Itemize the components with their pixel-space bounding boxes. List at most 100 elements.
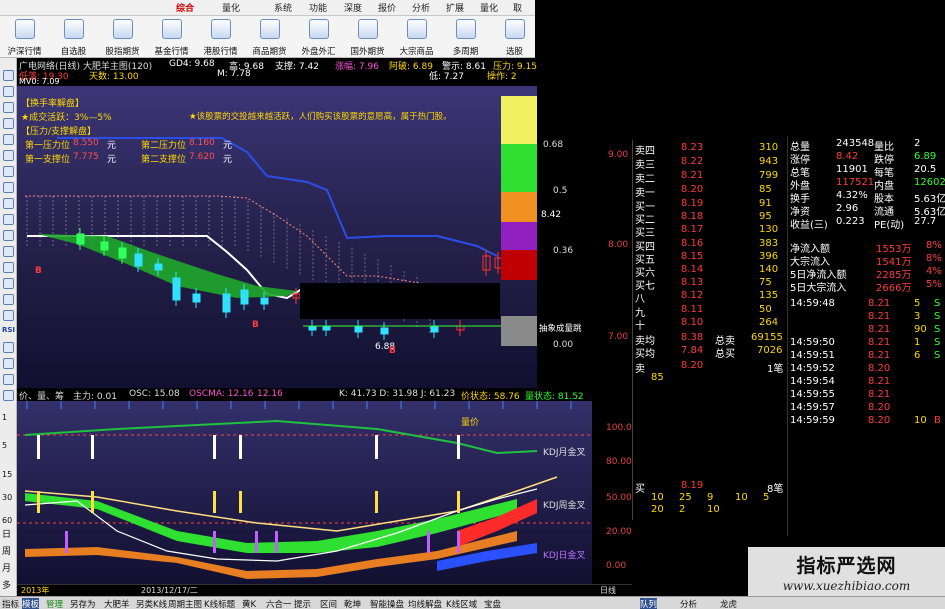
candle-body bbox=[260, 297, 269, 305]
menu-2[interactable]: 系统 bbox=[274, 1, 292, 14]
bottom-tab-7[interactable]: K线标题 bbox=[204, 598, 235, 609]
side-tool-icon[interactable] bbox=[3, 390, 14, 401]
side-tool-icon[interactable] bbox=[3, 182, 14, 193]
turnover-heading: 【换手率解盘】 bbox=[21, 99, 85, 109]
bottom-tab-11[interactable]: 区间 bbox=[320, 598, 337, 609]
buy-row-volume: 264 bbox=[759, 316, 779, 328]
period-zh-0[interactable]: 日 bbox=[2, 527, 11, 540]
toolbar-button-2[interactable]: 股指期货 bbox=[98, 16, 147, 58]
toolbar-label-7: 国外期货 bbox=[350, 47, 385, 57]
menu-5[interactable]: 报价 bbox=[378, 1, 396, 14]
period-15[interactable]: 15 bbox=[2, 470, 12, 479]
menu-3[interactable]: 功能 bbox=[309, 1, 327, 14]
toolbar-button-0[interactable]: 沪深行情 bbox=[0, 16, 49, 58]
side-tool-icon[interactable] bbox=[3, 374, 14, 385]
ind-kdj: K: 41.73 D: 31.98 J: 61.23 bbox=[339, 389, 456, 399]
bottom-tab-5[interactable]: 另类K线 bbox=[136, 598, 167, 609]
period-30[interactable]: 30 bbox=[2, 493, 12, 502]
menu-7[interactable]: 扩展 bbox=[446, 1, 464, 14]
ind-oscma: OSCMA: 12.16 bbox=[189, 389, 254, 399]
bottom-tab-1[interactable]: 模板 bbox=[22, 598, 40, 609]
side-tool-icon[interactable] bbox=[3, 166, 14, 177]
indicator-chart[interactable]: KDJ月金叉 KDJ周金叉 KDJ日金叉 量价 bbox=[17, 401, 592, 584]
side-tool-icon[interactable] bbox=[3, 118, 14, 129]
toolbar-button-9[interactable]: 多周期 bbox=[441, 16, 490, 58]
right-tab-2[interactable]: 龙虎 bbox=[720, 598, 737, 609]
year-label: 2013年 bbox=[21, 586, 50, 595]
toolbar-button-8[interactable]: 大宗商品 bbox=[392, 16, 441, 58]
period-zh-3[interactable]: 多 bbox=[2, 578, 11, 591]
toolbar-label-2: 股指期货 bbox=[105, 47, 140, 57]
bottom-tab-8[interactable]: 黄K bbox=[242, 598, 256, 609]
bottom-tab-10[interactable]: 提示 bbox=[294, 598, 311, 609]
bottom-tab-14[interactable]: 均线解盘 bbox=[408, 598, 442, 609]
bottom-tab-9[interactable]: 六合一 bbox=[266, 598, 292, 609]
buy-row-name: 十 bbox=[635, 320, 645, 332]
tick-price: 8.21 bbox=[868, 311, 891, 322]
side-tool-icon[interactable] bbox=[3, 134, 14, 145]
buy-queue-price: 8.19 bbox=[681, 480, 704, 491]
period-1[interactable]: 1 bbox=[2, 413, 7, 422]
side-tool-icon[interactable] bbox=[3, 86, 14, 97]
support1-label: 第一支撑位 bbox=[25, 155, 71, 165]
side-tool-icon[interactable] bbox=[3, 198, 14, 209]
bottom-tab-13[interactable]: 智能操盘 bbox=[370, 598, 404, 609]
menu-6[interactable]: 分析 bbox=[412, 1, 430, 14]
signal-bar bbox=[213, 491, 216, 513]
bottom-tab-6[interactable]: 周期主图 bbox=[168, 598, 202, 609]
side-tool-icon[interactable] bbox=[3, 230, 14, 241]
toolbar-button-4[interactable]: 港股行情 bbox=[196, 16, 245, 58]
menu-4[interactable]: 深度 bbox=[344, 1, 362, 14]
toolbar-button-10[interactable]: 选股 bbox=[490, 16, 539, 58]
period-zh-1[interactable]: 周 bbox=[2, 544, 11, 557]
buy-row-volume: 50 bbox=[759, 303, 772, 315]
indicator-header: 价、量、筹 主力: 0.01 OSC: 15.08 OSCMA: 12.16 1… bbox=[17, 388, 592, 402]
period-60[interactable]: 60 bbox=[2, 516, 12, 525]
menu-1[interactable]: 量化 bbox=[222, 1, 240, 14]
menu-9[interactable]: 取 bbox=[513, 1, 522, 14]
side-tool-icon[interactable] bbox=[3, 358, 14, 369]
side-tool-icon[interactable] bbox=[3, 102, 14, 113]
side-tool-icon[interactable] bbox=[3, 342, 14, 353]
bottom-tab-4[interactable]: 大肥羊 bbox=[104, 598, 130, 609]
side-tool-icon[interactable] bbox=[3, 214, 14, 225]
unit-4: 元 bbox=[223, 155, 233, 165]
stat-label: 收益(三) bbox=[790, 220, 828, 231]
side-tool-icon[interactable] bbox=[3, 246, 14, 257]
side-tool-icon[interactable] bbox=[3, 278, 14, 289]
side-tool-icon[interactable] bbox=[3, 294, 14, 305]
menu-0[interactable]: 综合 bbox=[176, 1, 194, 14]
buy-row-price: 8.19 bbox=[681, 198, 704, 209]
side-tool-icon[interactable] bbox=[3, 70, 14, 81]
bottom-tab-3[interactable]: 另存为 bbox=[70, 598, 96, 609]
right-tab-0[interactable]: 队列 bbox=[640, 598, 658, 609]
buy-marker-2: B bbox=[252, 320, 259, 330]
toolbar-button-1[interactable]: 自选股 bbox=[49, 16, 98, 58]
side-tool-icon[interactable] bbox=[3, 262, 14, 273]
flow-label: 5日大宗流入 bbox=[790, 283, 847, 294]
bottom-tab-12[interactable]: 乾坤 bbox=[344, 598, 361, 609]
right-tab-1[interactable]: 分析 bbox=[680, 598, 697, 609]
turnover-comment: ★该股票的交投越来越活跃，人们购买该股票的意愿高，属于热门股。 bbox=[189, 112, 452, 122]
side-tool-icon[interactable] bbox=[3, 150, 14, 161]
side-tool-icon[interactable] bbox=[3, 310, 14, 321]
toolbar-button-3[interactable]: 基金行情 bbox=[147, 16, 196, 58]
green-cloud bbox=[37, 234, 297, 298]
bottom-tab-2[interactable]: 管理 bbox=[46, 598, 63, 609]
tick-volume: 6 bbox=[914, 350, 921, 361]
toolbar-button-6[interactable]: 外盘外汇 bbox=[294, 16, 343, 58]
candle-body bbox=[134, 253, 143, 267]
bottom-tab-15[interactable]: K线区域 bbox=[446, 598, 477, 609]
toolbar-button-7[interactable]: 国外期货 bbox=[343, 16, 392, 58]
stat-value: 117521 bbox=[836, 177, 875, 188]
period-5[interactable]: 5 bbox=[2, 441, 7, 450]
toolbar-button-5[interactable]: 商品期货 bbox=[245, 16, 294, 58]
signal-bar bbox=[239, 435, 242, 459]
sell-row-price: 8.21 bbox=[681, 170, 704, 181]
bottom-tab-16[interactable]: 宝盘 bbox=[484, 598, 501, 609]
menu-8[interactable]: 量化 bbox=[480, 1, 498, 14]
rsi-icon[interactable]: RSI bbox=[2, 326, 15, 334]
main-chart[interactable]: 【换手率解盘】 ★成交活跃：3%—5% ★该股票的交投越来越活跃，人们购买该股票… bbox=[17, 86, 582, 388]
period-zh-2[interactable]: 月 bbox=[2, 561, 11, 574]
bottom-tab-0[interactable]: 指标 bbox=[2, 598, 19, 609]
